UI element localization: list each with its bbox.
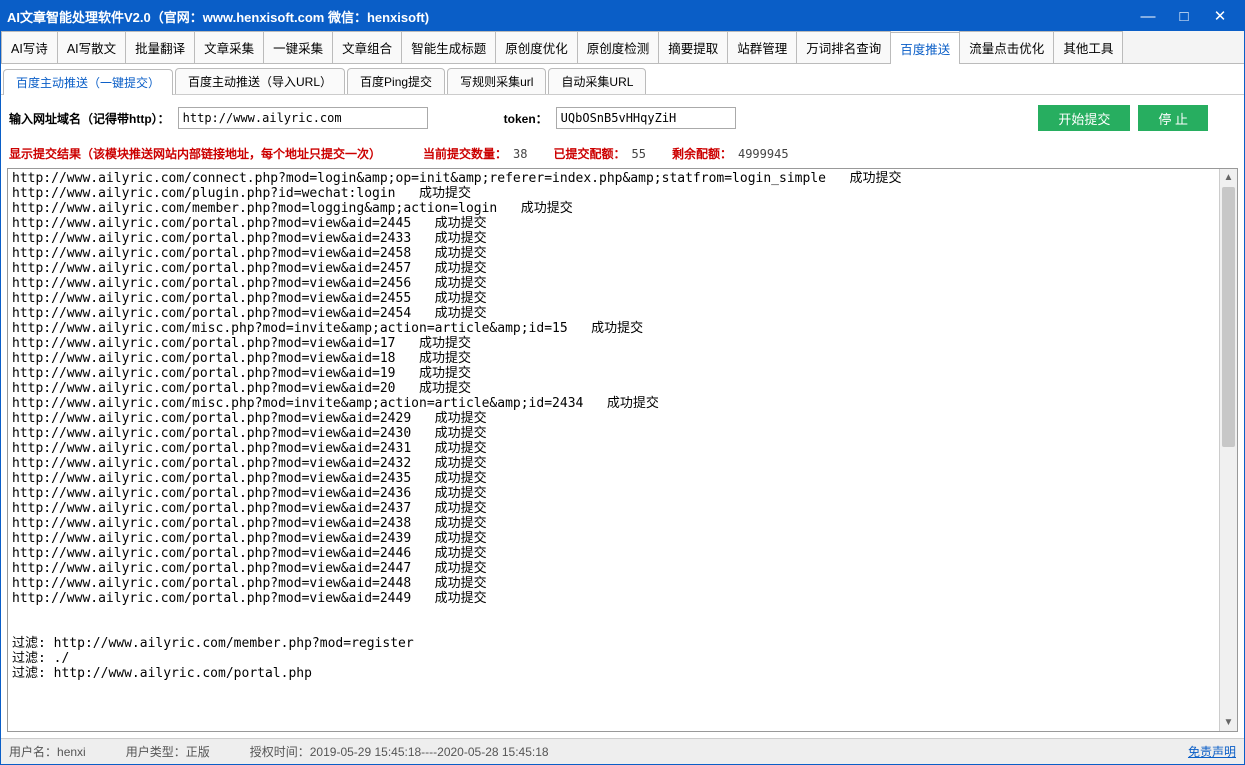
current-count-value: 38 bbox=[513, 147, 527, 161]
status-usertype: 用户类型：正版 bbox=[126, 743, 210, 760]
main-tab-7[interactable]: 原创度优化 bbox=[495, 31, 578, 63]
main-tab-0[interactable]: AI写诗 bbox=[1, 31, 58, 63]
main-tab-12[interactable]: 百度推送 bbox=[890, 32, 960, 64]
main-tab-1[interactable]: AI写散文 bbox=[57, 31, 126, 63]
stats-row: 显示提交结果（该模块推送网站内部链接地址，每个地址只提交一次） 当前提交数量： … bbox=[1, 141, 1244, 168]
main-tab-6[interactable]: 智能生成标题 bbox=[401, 31, 496, 63]
disclaimer-link[interactable]: 免责声明 bbox=[1188, 743, 1236, 760]
submitted-quota-label: 已提交配额： bbox=[553, 145, 625, 162]
status-bar: 用户名：henxi 用户类型：正版 授权时间：2019-05-29 15:45:… bbox=[1, 738, 1244, 764]
sub-tab-2[interactable]: 百度Ping提交 bbox=[347, 68, 445, 94]
minimize-icon[interactable]: — bbox=[1130, 4, 1166, 28]
url-label: 输入网址域名（记得带http）： bbox=[9, 110, 170, 127]
input-row: 输入网址域名（记得带http）： token： 开始提交 停 止 bbox=[1, 95, 1244, 141]
token-label: token： bbox=[504, 110, 548, 127]
main-tab-11[interactable]: 万词排名查询 bbox=[796, 31, 891, 63]
submitted-quota-value: 55 bbox=[632, 147, 646, 161]
status-username: 用户名：henxi bbox=[9, 743, 86, 760]
sub-tab-1[interactable]: 百度主动推送（导入URL） bbox=[175, 68, 345, 94]
scroll-thumb[interactable] bbox=[1222, 187, 1235, 447]
main-tab-8[interactable]: 原创度检测 bbox=[577, 31, 660, 63]
main-tab-3[interactable]: 文章采集 bbox=[194, 31, 264, 63]
scroll-up-icon[interactable]: ▲ bbox=[1220, 169, 1237, 186]
log-panel: http://www.ailyric.com/connect.php?mod=l… bbox=[7, 168, 1238, 732]
result-label: 显示提交结果（该模块推送网站内部链接地址，每个地址只提交一次） bbox=[9, 145, 381, 162]
sub-tab-4[interactable]: 自动采集URL bbox=[548, 68, 646, 94]
scrollbar[interactable]: ▲ ▼ bbox=[1219, 169, 1237, 731]
main-tab-9[interactable]: 摘要提取 bbox=[658, 31, 728, 63]
main-tab-4[interactable]: 一键采集 bbox=[263, 31, 333, 63]
url-input[interactable] bbox=[178, 107, 428, 129]
stop-button[interactable]: 停 止 bbox=[1138, 105, 1208, 131]
log-output[interactable]: http://www.ailyric.com/connect.php?mod=l… bbox=[8, 169, 1219, 731]
close-icon[interactable]: ✕ bbox=[1202, 4, 1238, 28]
main-tab-2[interactable]: 批量翻译 bbox=[125, 31, 195, 63]
remain-quota-label: 剩余配额： bbox=[672, 145, 732, 162]
sub-tab-3[interactable]: 写规则采集url bbox=[447, 68, 546, 94]
token-input[interactable] bbox=[556, 107, 736, 129]
sub-tab-bar: 百度主动推送（一键提交）百度主动推送（导入URL）百度Ping提交写规则采集ur… bbox=[1, 64, 1244, 95]
scroll-down-icon[interactable]: ▼ bbox=[1220, 714, 1237, 731]
main-tab-bar: AI写诗AI写散文批量翻译文章采集一键采集文章组合智能生成标题原创度优化原创度检… bbox=[1, 31, 1244, 64]
status-auth: 授权时间：2019-05-29 15:45:18----2020-05-28 1… bbox=[250, 743, 549, 760]
main-tab-10[interactable]: 站群管理 bbox=[727, 31, 797, 63]
remain-quota-value: 4999945 bbox=[738, 147, 789, 161]
main-tab-14[interactable]: 其他工具 bbox=[1053, 31, 1123, 63]
window-title: AI文章智能处理软件V2.0（官网：www.henxisoft.com 微信：h… bbox=[7, 7, 1130, 26]
start-button[interactable]: 开始提交 bbox=[1038, 105, 1130, 131]
maximize-icon[interactable]: □ bbox=[1166, 4, 1202, 28]
sub-tab-0[interactable]: 百度主动推送（一键提交） bbox=[3, 69, 173, 95]
app-window: AI文章智能处理软件V2.0（官网：www.henxisoft.com 微信：h… bbox=[0, 0, 1245, 765]
titlebar: AI文章智能处理软件V2.0（官网：www.henxisoft.com 微信：h… bbox=[1, 1, 1244, 31]
current-count-label: 当前提交数量： bbox=[423, 145, 507, 162]
main-tab-5[interactable]: 文章组合 bbox=[332, 31, 402, 63]
main-tab-13[interactable]: 流量点击优化 bbox=[959, 31, 1054, 63]
